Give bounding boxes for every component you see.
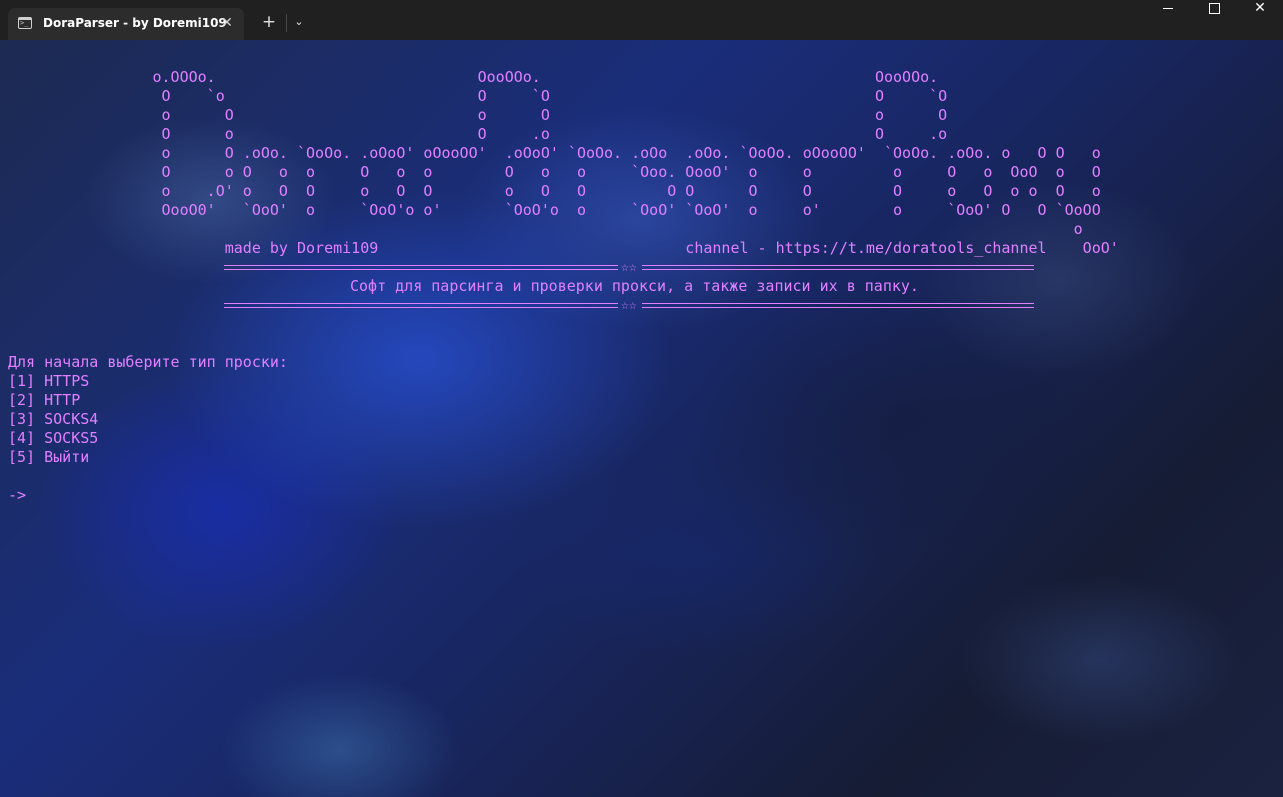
menu-option: [5] Выйти (8, 448, 90, 466)
terminal-output[interactable]: o.OOOo. OooOOo. OooOOo. O `o O `O O `O o… (8, 68, 1119, 505)
close-window-button[interactable]: ✕ (1237, 0, 1283, 40)
ascii-art-line: o.OOOo. OooOOo. OooOOo. (8, 68, 939, 86)
divider-bar (642, 303, 1034, 308)
divider-bottom: ☆☆ (8, 296, 1119, 315)
terminal-window: DoraParser - by Doremi109 ✕ + ⌄ ✕ o.OOOo… (0, 0, 1283, 797)
ascii-art-line: O `o O `O O `O (8, 87, 948, 105)
ascii-art-line: o (8, 220, 1083, 238)
ascii-art-line: OooO0' `OoO' o `OoO'o o' `OoO'o o `OoO' … (8, 201, 1101, 219)
new-tab-button[interactable]: + (259, 12, 279, 32)
tagline: Софт для парсинга и проверки прокси, а т… (350, 277, 919, 295)
tab-title: DoraParser - by Doremi109 (43, 16, 227, 30)
divider-top: ☆☆ (8, 258, 1119, 277)
divider-bar (224, 265, 618, 270)
star-icon: ☆☆ (621, 298, 637, 313)
credits-line: made by Doremi109 channel - https://t.me… (8, 239, 1119, 257)
maximize-icon (1208, 2, 1220, 14)
menu-option: [2] HTTP (8, 391, 81, 409)
tab-doraparser[interactable]: DoraParser - by Doremi109 ✕ (8, 8, 244, 40)
minimize-button[interactable] (1145, 0, 1191, 40)
tab-separator (286, 14, 287, 32)
menu-option: [4] SOCKS5 (8, 429, 99, 447)
menu-option: [1] HTTPS (8, 372, 90, 390)
terminal-icon (18, 17, 32, 29)
title-bar: DoraParser - by Doremi109 ✕ + ⌄ ✕ (0, 0, 1283, 40)
menu-option: [3] SOCKS4 (8, 410, 99, 428)
ascii-art-line: o O o O o O (8, 106, 948, 124)
maximize-button[interactable] (1191, 0, 1237, 40)
chevron-down-icon[interactable]: ⌄ (290, 12, 308, 32)
ascii-art-line: O o O .o O .o (8, 125, 948, 143)
star-icon: ☆☆ (621, 260, 637, 275)
ascii-art-line: O o O o o O o o O o o `Ooo. OooO' o o o … (8, 163, 1101, 181)
input-prompt[interactable]: -> (8, 486, 1119, 505)
minimize-icon (1163, 7, 1173, 9)
prompt-heading: Для начала выберите тип проски: (8, 353, 288, 371)
ascii-art-line: o O .oOo. `OoOo. .oOoO' oOooOO' .oOoO' `… (8, 144, 1101, 162)
ascii-art-line: o .O' o O O o O O o O O O O O O O o O o … (8, 182, 1101, 200)
divider-bar (642, 265, 1034, 270)
divider-bar (224, 303, 618, 308)
tab-close-icon[interactable]: ✕ (217, 13, 237, 33)
